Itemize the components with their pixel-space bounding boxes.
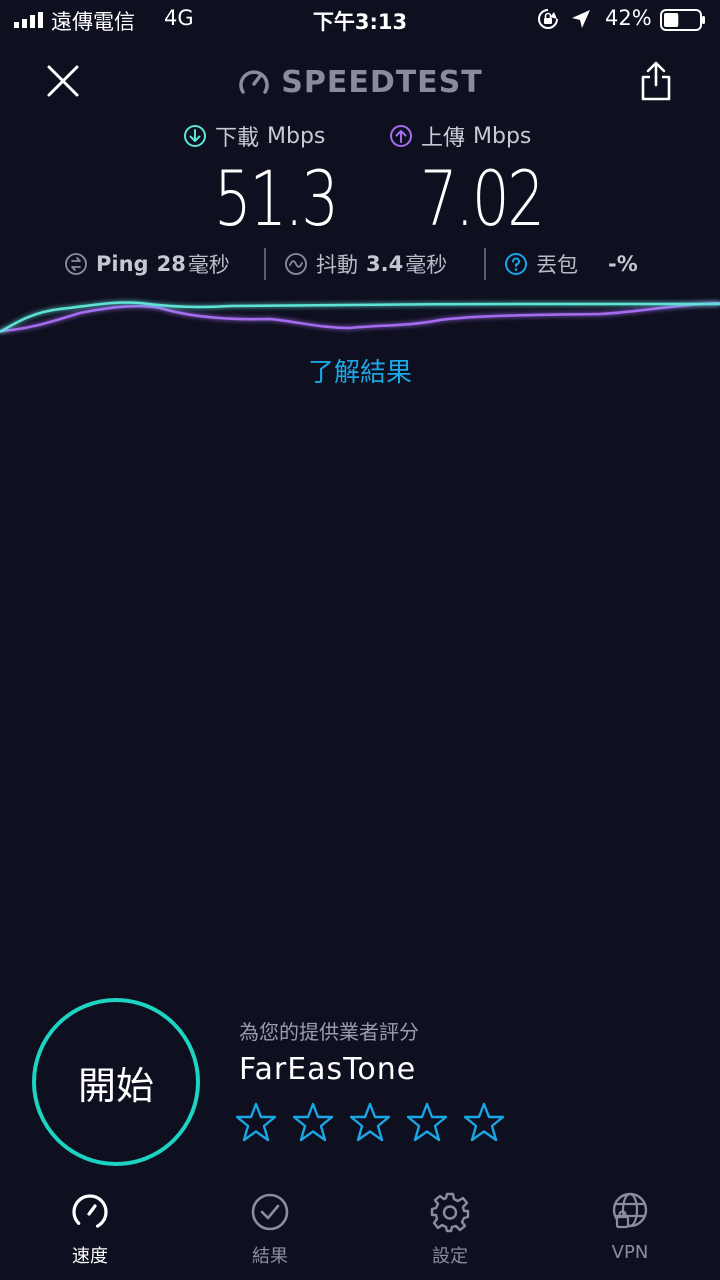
star-icon[interactable]: [350, 1102, 390, 1142]
location-arrow-icon: [572, 10, 590, 28]
download-label: 下載: [215, 126, 260, 151]
ping-stat: Ping 28 毫秒: [64, 246, 230, 282]
upload-header: 上傳 Mbps: [389, 120, 531, 152]
speedometer-logo-icon: [239, 70, 269, 94]
star-rating: [236, 1102, 504, 1142]
logo-text: SPEEDTEST: [281, 64, 483, 100]
download-header: 下載 Mbps: [183, 120, 325, 152]
star-icon[interactable]: [407, 1102, 447, 1142]
jitter-stat: 抖動 3.4 毫秒: [284, 246, 447, 282]
upload-graph-line: [0, 301, 720, 333]
packet-loss-label: 丟包: [536, 253, 578, 277]
latency-stats-row: Ping 28 毫秒 抖動 3.4 毫秒 丟包 -%: [0, 246, 720, 282]
speedometer-icon: [72, 1194, 108, 1230]
stats-divider: [484, 248, 486, 280]
ping-unit: 毫秒: [187, 253, 230, 277]
star-icon[interactable]: [293, 1102, 333, 1142]
orientation-lock-icon: [538, 9, 558, 29]
start-test-button[interactable]: 開始: [32, 998, 200, 1166]
share-button[interactable]: [638, 60, 674, 102]
check-circle-icon: [251, 1193, 289, 1231]
gear-icon: [430, 1192, 470, 1233]
help-icon[interactable]: [504, 252, 528, 276]
speed-graph: [0, 301, 720, 334]
globe-lock-icon: [612, 1192, 648, 1229]
download-speed-value: 51.3: [214, 154, 339, 243]
ping-label: Ping: [96, 252, 149, 276]
tab-label: 速度: [72, 1246, 108, 1267]
upload-unit: Mbps: [473, 123, 532, 149]
ping-value: 28: [156, 252, 186, 276]
jitter-label: 抖動: [316, 253, 358, 277]
tab-settings[interactable]: 設定: [390, 1190, 510, 1268]
tab-vpn[interactable]: VPN: [570, 1190, 690, 1263]
stats-divider: [264, 248, 266, 280]
learn-results-link[interactable]: 了解結果: [0, 352, 720, 389]
packet-loss-stat: 丟包 -%: [504, 246, 638, 282]
tab-results[interactable]: 結果: [210, 1190, 330, 1268]
upload-arrow-icon: [390, 125, 412, 147]
tab-label: 結果: [252, 1246, 288, 1267]
battery-percent: 42%: [605, 6, 652, 30]
status-bar: 遠傳電信 4G 下午3:13 42%: [0, 0, 720, 40]
tab-label: VPN: [611, 1242, 649, 1263]
upload-speed-value: 7.02: [420, 154, 545, 243]
tab-label: 設定: [432, 1246, 468, 1267]
battery-icon: [660, 9, 705, 31]
packet-loss-value: -%: [608, 252, 638, 276]
tab-speed[interactable]: 速度: [30, 1190, 150, 1268]
download-unit: Mbps: [267, 123, 326, 149]
start-test-label: 開始: [77, 1063, 154, 1108]
ping-icon: [65, 253, 87, 275]
jitter-unit: 毫秒: [405, 253, 448, 277]
upload-label: 上傳: [421, 126, 466, 151]
bottom-tab-bar: 速度 結果 設定 VPN: [0, 1190, 720, 1280]
star-icon[interactable]: [464, 1102, 504, 1142]
jitter-icon: [285, 253, 307, 275]
download-arrow-icon: [184, 125, 206, 147]
provider-name: FarEasTone: [239, 1052, 417, 1087]
speedtest-logo: SPEEDTEST: [0, 62, 720, 102]
star-icon[interactable]: [236, 1102, 276, 1142]
rating-prompt: 為您的提供業者評分: [239, 1020, 419, 1044]
jitter-value: 3.4: [366, 252, 404, 276]
